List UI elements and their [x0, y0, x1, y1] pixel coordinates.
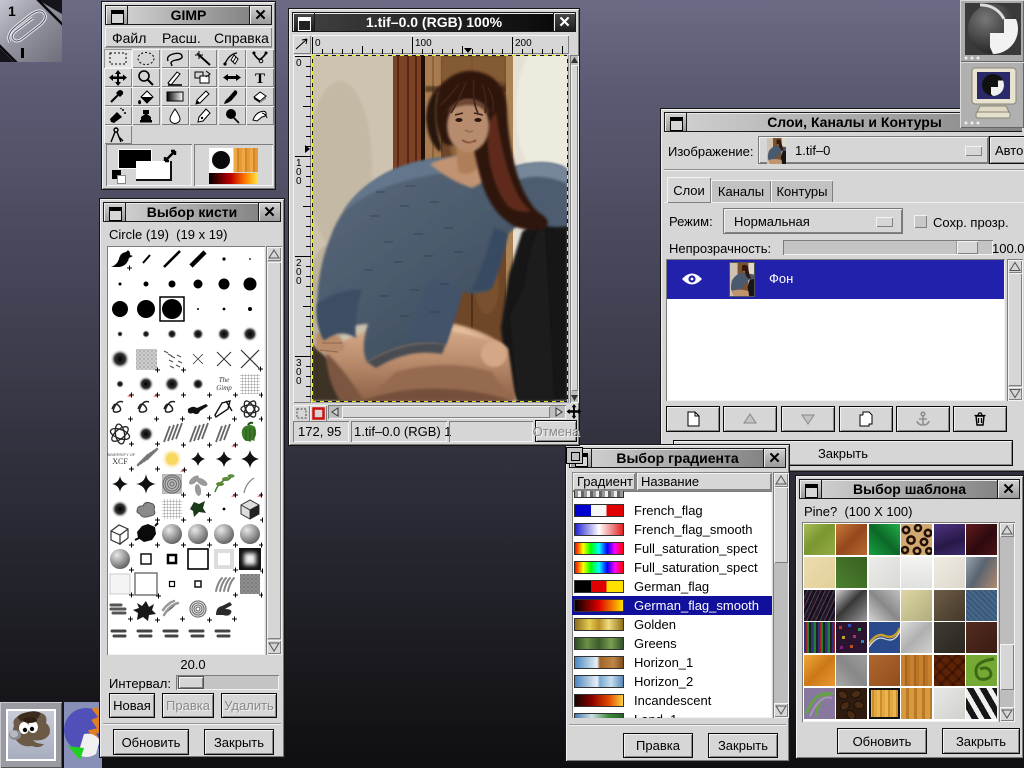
svg-text:0: 0: [296, 58, 302, 69]
svg-text:XCF: XCF: [112, 457, 128, 466]
svg-text:1: 1: [8, 3, 16, 19]
svg-text:T: T: [255, 71, 265, 86]
svg-text:100: 100: [415, 38, 432, 49]
svg-text:The: The: [219, 376, 230, 384]
svg-text:0: 0: [315, 38, 321, 49]
svg-text:Gimp: Gimp: [216, 384, 232, 392]
svg-text:0: 0: [296, 176, 302, 187]
svg-text:0: 0: [296, 376, 302, 387]
svg-text:200: 200: [515, 38, 532, 49]
svg-text:0: 0: [296, 276, 302, 287]
